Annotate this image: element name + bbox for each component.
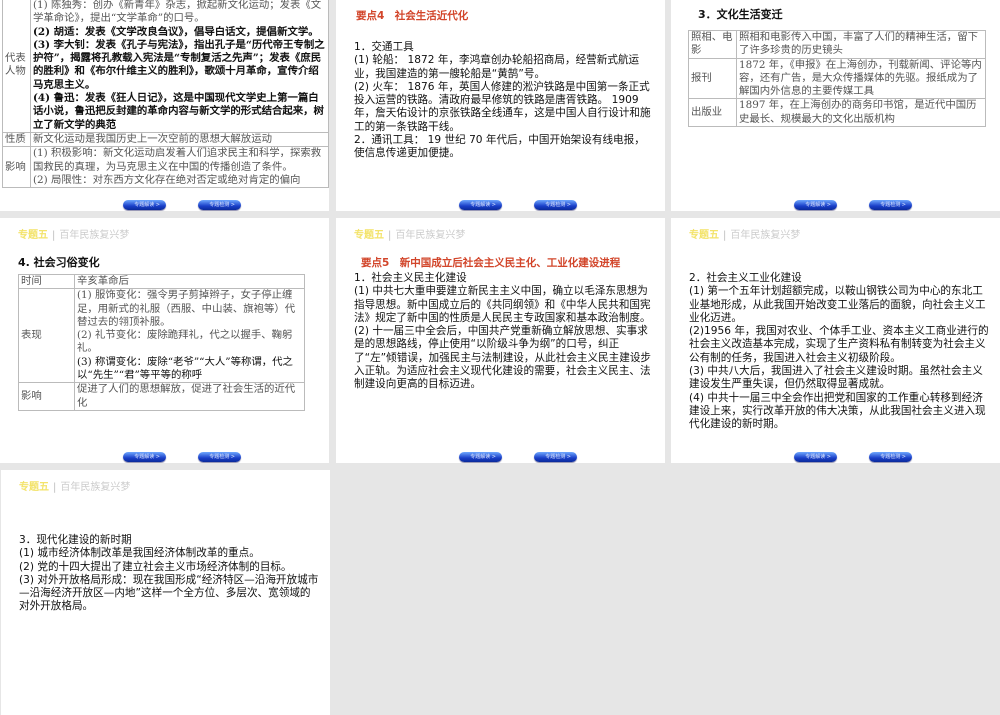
prev-button[interactable]: 专题解读 > xyxy=(459,452,502,462)
paragraph: (2) 火车： 1876 年，英国人修建的淞沪铁路是中国第一条正式投入运营的铁路… xyxy=(354,80,651,133)
prev-button[interactable]: 专题解读 > xyxy=(123,200,166,210)
table-item: (2) 礼节变化：废除跪拜礼，代之以握手、鞠躬礼。 xyxy=(77,329,293,355)
topic-subtitle: 百年民族复兴梦 xyxy=(60,482,131,493)
topic-label: 专题五 xyxy=(689,230,719,241)
slide-social-life[interactable]: 要点4 社会生活近代化 1．交通工具 (1) 轮船： 1872 年，李鸿章创办轮… xyxy=(336,0,665,211)
table-row: 代表人物 (1) 陈独秀：创办《新青年》杂志，掀起新文化运动；发表《文学革命论》… xyxy=(2,0,329,133)
paragraph: 2．社会主义工业化建设 xyxy=(689,272,802,284)
table-row: 影响 (1) 积极影响：新文化运动启发着人们追求民主和科学，探索救国救民的真理，为… xyxy=(2,146,329,189)
paragraph: (4) 中共十一届三中全会作出把党和国家的工作重心转移到经济建设上来，实行改革开… xyxy=(689,391,986,431)
paragraph: (3) 对外开放格局形成：现在我国形成“经济特区—沿海开放城市—沿海经济开放区—… xyxy=(19,573,319,613)
paragraph: (3) 中共八大后，我国进入了社会主义建设时期。虽然社会主义建设发生严重失误，但… xyxy=(689,365,983,391)
row-label: 照相、电影 xyxy=(688,30,737,59)
row-label: 时间 xyxy=(18,273,75,290)
table-item: (4) 鲁迅：发表《狂人日记》，这是中国现代文学史上第一篇白话小说，鲁迅把反封建… xyxy=(33,92,324,131)
paragraph: 3．现代化建设的新时期 xyxy=(19,534,132,546)
table-item: (2) 局限性：对东西方文化存在绝对否定或绝对肯定的偏向 xyxy=(33,173,301,186)
slide-title: 要点4 社会生活近代化 xyxy=(356,10,469,22)
slide-header: 专题五 | 百年民族复兴梦 xyxy=(19,478,130,493)
paragraph: (1) 第一个五年计划超额完成，以鞍山钢铁公司为中心的东北工业基地形成，从此我国… xyxy=(689,285,986,324)
paragraph: 1．社会主义民主化建设 xyxy=(354,272,467,284)
table-row: 出版业 1897 年，在上海创办的商务印书馆，是近代中国历史最长、规模最大的文化出… xyxy=(688,98,986,128)
table-item: (3) 称谓变化：废除“老爷”“大人”等称谓，代之以“先生”“君”等平等的称呼 xyxy=(77,355,293,382)
prev-button[interactable]: 专题解读 > xyxy=(123,452,166,462)
paragraph: (2) 党的十四大提出了建立社会主义市场经济体制的目标。 xyxy=(19,560,292,573)
prev-button[interactable]: 专题解读 > xyxy=(794,452,837,462)
customs-table: 时间 辛亥革命后 表现 (1) 服饰变化：强令男子剪掉辫子，女子停止缠足，用新式的礼… xyxy=(18,273,305,411)
table-cell: 1872 年，《申报》在上海创办，刊载新闻、评论等内容，还有广告，是大众传播媒体… xyxy=(736,57,986,100)
slide-header: 专题五 | 百年民族复兴梦 xyxy=(18,226,129,241)
row-label: 出版业 xyxy=(688,98,737,128)
next-button[interactable]: 专题检测 > xyxy=(869,452,912,462)
topic-subtitle: 百年民族复兴梦 xyxy=(730,230,801,241)
paragraph: 2．通讯工具： 19 世纪 70 年代后，中国开始架设有线电报，使信息传递更加便… xyxy=(354,134,645,160)
next-button[interactable]: 专题检测 > xyxy=(534,200,577,210)
table-item: (1) 积极影响：新文化运动启发着人们追求民主和科学，探索救国救民的真理，为马克… xyxy=(33,147,322,173)
paragraph: (1) 轮船： 1872 年，李鸿章创办轮船招商局，经营新式航运业，我国建造的第… xyxy=(354,54,640,80)
slide-democratization[interactable]: 专题五 | 百年民族复兴梦 要点5 新中国成立后社会主义民主化、工业化建设进程 1．… xyxy=(336,218,665,463)
row-label: 影响 xyxy=(2,146,31,189)
slide-new-culture-movement[interactable]: 代表人物 (1) 陈独秀：创办《新青年》杂志，掀起新文化运动；发表《文学革命论》… xyxy=(0,0,329,211)
paragraph: (2) 十一届三中全会后，中国共产党重新确立解放思想、实事求是的思想路线，停止使… xyxy=(354,325,652,391)
table-row: 照相、电影 照相和电影传入中国，丰富了人们的精神生活，留下了许多珍贵的历史镜头 xyxy=(688,30,986,59)
row-label: 表现 xyxy=(18,288,75,384)
slide-social-customs[interactable]: 专题五 | 百年民族复兴梦 4. 社会习俗变化 时间 辛亥革命后 表现 (1) 服饰变化… xyxy=(0,218,329,463)
slide-cultural-life[interactable]: 3．文化生活变迁 照相、电影 照相和电影传入中国，丰富了人们的精神生活，留下了许多… xyxy=(671,0,1000,211)
next-button[interactable]: 专题检测 > xyxy=(198,452,241,462)
row-label: 性质 xyxy=(2,131,31,148)
topic-subtitle: 百年民族复兴梦 xyxy=(59,230,130,241)
table-row: 报刊 1872 年，《申报》在上海创办，刊载新闻、评论等内容，还有广告，是大众传播… xyxy=(688,57,986,100)
table-row: 表现 (1) 服饰变化：强令男子剪掉辫子，女子停止缠足，用新式的礼服（西服、中山装… xyxy=(18,288,305,384)
next-button[interactable]: 专题检测 > xyxy=(198,200,241,210)
culture-table: 照相、电影 照相和电影传入中国，丰富了人们的精神生活，留下了许多珍贵的历史镜头 报… xyxy=(688,30,986,128)
slide-header: 专题五 | 百年民族复兴梦 xyxy=(689,226,800,241)
prev-button[interactable]: 专题解读 > xyxy=(794,200,837,210)
prev-button[interactable]: 专题解读 > xyxy=(459,200,502,210)
table-cell: 照相和电影传入中国，丰富了人们的精神生活，留下了许多珍贵的历史镜头 xyxy=(736,30,986,59)
slide-title: 3．文化生活变迁 xyxy=(698,8,783,21)
row-label: 报刊 xyxy=(688,57,737,100)
slide-title: 4. 社会习俗变化 xyxy=(18,256,100,269)
table-item: (3) 李大钊：发表《孔子与宪法》，指出孔子是“历代帝王专制之护符”，揭露将孔教… xyxy=(33,38,325,91)
table-cell: 辛亥革命后 xyxy=(74,273,305,290)
separator: | xyxy=(388,230,392,241)
separator: | xyxy=(723,230,727,241)
next-button[interactable]: 专题检测 > xyxy=(869,200,912,210)
table-item: (1) 陈独秀：创办《新青年》杂志，掀起新文化运动；发表《文学革命论》，提出“文… xyxy=(33,0,322,25)
table-item: (2) 胡适：发表《文学改良刍议》，倡导白话文，提倡新文学。 xyxy=(33,25,319,38)
topic-label: 专题五 xyxy=(19,482,49,493)
paragraph: (1) 中共七大重申要建立新民主主义中国，确立以毛泽东思想为指导思想。新中国成立… xyxy=(354,285,651,324)
table-cell: 1897 年，在上海创办的商务印书馆，是近代中国历史最长、规模最大的文化出版机构 xyxy=(736,98,986,128)
topic-label: 专题五 xyxy=(354,230,384,241)
table-cell: 新文化运动是我国历史上一次空前的思想大解放运动 xyxy=(30,131,329,148)
next-button[interactable]: 专题检测 > xyxy=(534,452,577,462)
table-row: 性质 新文化运动是我国历史上一次空前的思想大解放运动 xyxy=(2,131,329,148)
slide-industrialization[interactable]: 专题五 | 百年民族复兴梦 2．社会主义工业化建设 (1) 第一个五年计划超额完成，… xyxy=(671,218,1000,463)
table-row: 影响 促进了人们的思想解放，促进了社会生活的近代化 xyxy=(18,382,305,411)
separator: | xyxy=(52,230,56,241)
slide-header: 专题五 | 百年民族复兴梦 xyxy=(354,226,465,241)
slide-title: 要点5 新中国成立后社会主义民主化、工业化建设进程 xyxy=(361,257,621,269)
new-culture-table: 代表人物 (1) 陈独秀：创办《新青年》杂志，掀起新文化运动；发表《文学革命论》… xyxy=(2,0,329,189)
slide-new-era[interactable]: 专题五 | 百年民族复兴梦 3．现代化建设的新时期 (1) 城市经济体制改革是我国经… xyxy=(1,470,330,715)
paragraph: 1．交通工具 xyxy=(354,41,414,53)
table-item: (1) 服饰变化：强令男子剪掉辫子，女子停止缠足，用新式的礼服（西服、中山装、旗… xyxy=(77,289,296,328)
topic-label: 专题五 xyxy=(18,230,48,241)
table-cell: 促进了人们的思想解放，促进了社会生活的近代化 xyxy=(74,382,305,411)
paragraph: (2)1956 年，我国对农业、个体手工业、资本主义工商业进行的社会主义改造基本… xyxy=(689,325,989,364)
row-label: 影响 xyxy=(18,382,75,411)
topic-subtitle: 百年民族复兴梦 xyxy=(395,230,466,241)
paragraph: (1) 城市经济体制改革是我国经济体制改革的重点。 xyxy=(19,547,260,560)
table-row: 时间 辛亥革命后 xyxy=(18,273,305,290)
row-label: 代表人物 xyxy=(2,0,31,133)
separator: | xyxy=(53,482,57,493)
